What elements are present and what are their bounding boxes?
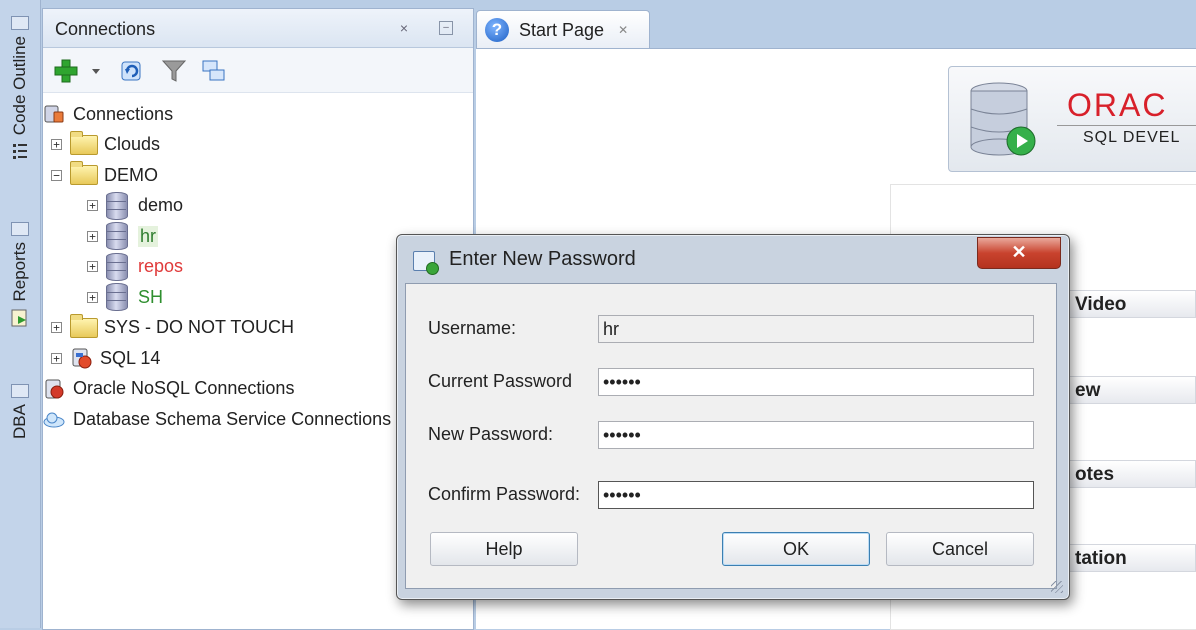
- tree-item-label: demo: [138, 195, 184, 216]
- confirm-password-label: Confirm Password:: [428, 484, 581, 504]
- tab-start-page[interactable]: ? Start Page ✕: [476, 10, 650, 49]
- tree-item-demo[interactable]: − DEMO: [43, 160, 473, 191]
- enter-new-password-dialog: Enter New Password ✕ Username: Current P…: [396, 234, 1070, 600]
- oracle-banner: ORAC SQL DEVEL: [948, 66, 1196, 172]
- resize-grip[interactable]: [1051, 581, 1063, 593]
- restore-icon: [11, 384, 29, 398]
- dialog-titlebar[interactable]: Enter New Password ✕: [397, 235, 1069, 279]
- tree-item-label: SH: [138, 286, 164, 307]
- banner-divider: [1057, 125, 1196, 126]
- confirm-password-field[interactable]: [598, 481, 1034, 509]
- refresh-icon[interactable]: [119, 58, 145, 84]
- nosql-icon: [45, 379, 64, 399]
- connections-panel-header: Connections × –: [43, 9, 473, 48]
- dialog-app-icon: [413, 251, 439, 275]
- tree-item-label: hr: [138, 225, 159, 247]
- connections-root-icon: [44, 105, 64, 123]
- database-icon: [106, 283, 128, 312]
- sql-developer-logo-icon: [970, 82, 1036, 156]
- expand-icon[interactable]: +: [51, 352, 62, 364]
- username-field[interactable]: [598, 315, 1034, 343]
- close-panel-icon[interactable]: ×: [397, 21, 411, 35]
- collapse-icon[interactable]: −: [51, 169, 62, 181]
- report-icon: [11, 309, 27, 327]
- help-button[interactable]: Help: [430, 532, 578, 566]
- current-password-label: Current Password: [428, 371, 573, 391]
- database-icon: [106, 191, 128, 220]
- new-password-label: New Password:: [428, 424, 554, 444]
- side-tab-label: Code Outline: [10, 36, 29, 136]
- filter-icon[interactable]: [161, 58, 187, 84]
- tab-label: Start Page: [519, 19, 605, 40]
- sql-server-icon: [72, 348, 92, 369]
- tree-item-label: SQL 14: [100, 347, 161, 368]
- expand-icon[interactable]: +: [87, 261, 98, 273]
- ok-button[interactable]: OK: [722, 532, 870, 566]
- close-tab-icon[interactable]: ✕: [618, 23, 628, 37]
- expand-icon[interactable]: +: [87, 230, 98, 242]
- side-tab-label: DBA: [10, 404, 29, 439]
- outline-icon: [13, 144, 27, 160]
- side-tab-strip: Code Outline Reports DBA: [0, 0, 41, 628]
- sql-developer-text: SQL DEVEL: [1083, 129, 1181, 146]
- expand-icon[interactable]: +: [87, 291, 98, 303]
- expand-icon[interactable]: +: [87, 200, 98, 212]
- folder-icon: [70, 130, 98, 155]
- help-icon: ?: [485, 18, 509, 42]
- tree-item-label: Clouds: [104, 134, 161, 155]
- cancel-button[interactable]: Cancel: [886, 532, 1034, 566]
- add-connection-icon[interactable]: [53, 58, 79, 84]
- expand-icon[interactable]: +: [51, 322, 62, 334]
- folder-icon: [70, 161, 98, 186]
- tree-item-label: Oracle NoSQL Connections: [73, 378, 295, 399]
- tree-item-label: repos: [138, 256, 184, 277]
- restore-icon: [11, 222, 29, 236]
- tree-item-demo-conn[interactable]: + demo: [43, 191, 473, 222]
- restore-icon: [11, 16, 29, 30]
- expand-icon[interactable]: +: [51, 139, 62, 151]
- oracle-brand-text: ORAC: [1067, 87, 1168, 123]
- tree-item-label: SYS - DO NOT TOUCH: [104, 317, 295, 338]
- minimize-panel-icon[interactable]: –: [439, 21, 453, 35]
- side-tab-label: Reports: [10, 242, 29, 302]
- dropdown-arrow-icon[interactable]: [89, 58, 103, 84]
- dialog-body: Username: Current Password New Password:…: [405, 283, 1057, 589]
- database-icon: [106, 222, 128, 251]
- side-tab-dba[interactable]: DBA: [4, 384, 36, 439]
- tree-item-label: DEMO: [104, 164, 158, 185]
- dialog-title: Enter New Password: [449, 248, 636, 270]
- tree-item-label: Database Schema Service Connections: [73, 408, 392, 429]
- tree-item-connections-root[interactable]: Connections: [43, 99, 473, 130]
- panel-title: Connections: [55, 19, 156, 39]
- schema-browser-icon[interactable]: [201, 58, 227, 84]
- connections-toolbar: [43, 48, 473, 93]
- folder-icon: [70, 313, 98, 338]
- tree-item-clouds[interactable]: + Clouds: [43, 130, 473, 161]
- cloud-icon: [43, 412, 65, 428]
- side-tab-code-outline[interactable]: Code Outline: [4, 16, 36, 163]
- side-tab-reports[interactable]: Reports: [4, 222, 36, 328]
- username-label: Username:: [428, 318, 517, 338]
- new-password-field[interactable]: [598, 421, 1034, 449]
- current-password-field[interactable]: [598, 368, 1034, 396]
- tree-item-label: Connections: [73, 103, 174, 124]
- database-icon: [106, 252, 128, 281]
- dialog-close-button[interactable]: ✕: [977, 237, 1061, 269]
